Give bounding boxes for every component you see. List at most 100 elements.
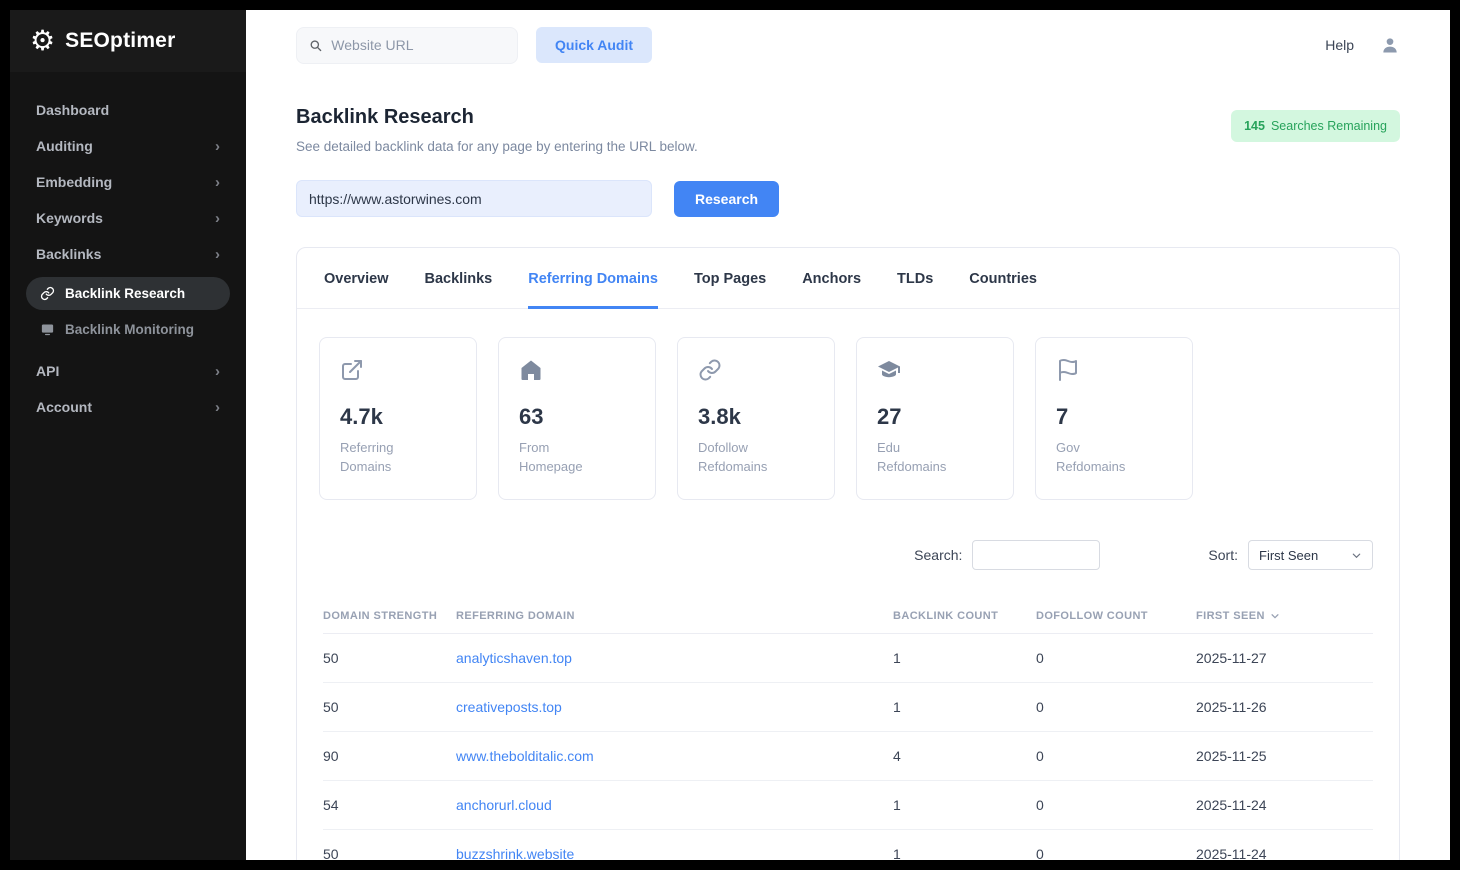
dofollow-count: 0 — [1036, 748, 1196, 764]
link-icon — [40, 286, 55, 301]
page-title: Backlink Research — [296, 106, 698, 129]
user-avatar-icon[interactable] — [1380, 35, 1400, 55]
monitor-icon — [40, 322, 55, 337]
tab-countries[interactable]: Countries — [969, 248, 1037, 309]
sort-descending-icon — [1270, 611, 1280, 621]
chevron-right-icon: › — [215, 211, 220, 226]
website-url-input[interactable] — [331, 37, 505, 53]
domain-strength: 50 — [323, 650, 456, 666]
referring-domain-link[interactable]: anchorurl.cloud — [456, 797, 893, 813]
stat-value: 63 — [519, 404, 635, 430]
backlink-count: 1 — [893, 650, 1036, 666]
sidebar-item-auditing[interactable]: Auditing › — [24, 128, 232, 164]
table-row: 54 anchorurl.cloud 1 0 2025-11-24 — [323, 781, 1373, 830]
research-button[interactable]: Research — [674, 181, 779, 217]
tabs: Overview Backlinks Referring Domains Top… — [297, 248, 1399, 309]
stat-from-homepage: 63 From Homepage — [498, 337, 656, 500]
website-url-searchbox — [296, 27, 518, 64]
backlink-count: 1 — [893, 699, 1036, 715]
stat-value: 4.7k — [340, 404, 456, 430]
sidebar-item-backlink-monitoring[interactable]: Backlink Monitoring — [26, 313, 230, 346]
sidebar: ⚙ SEOptimer Dashboard Auditing › Embeddi… — [10, 10, 246, 860]
col-first-seen[interactable]: FIRST SEEN — [1196, 610, 1373, 622]
referring-domain-link[interactable]: www.thebolditalic.com — [456, 748, 893, 764]
tab-backlinks[interactable]: Backlinks — [425, 248, 493, 309]
stat-label: Gov Refdomains — [1056, 439, 1152, 477]
stat-label: Edu Refdomains — [877, 439, 973, 477]
content: Backlink Research See detailed backlink … — [246, 80, 1450, 860]
help-link[interactable]: Help — [1325, 37, 1354, 53]
external-link-icon — [340, 358, 456, 384]
dofollow-count: 0 — [1036, 797, 1196, 813]
dofollow-count: 0 — [1036, 650, 1196, 666]
table-controls: Search: Sort: First Seen — [297, 540, 1399, 570]
sort-select-value: First Seen — [1259, 548, 1318, 563]
stat-gov-refdomains: 7 Gov Refdomains — [1035, 337, 1193, 500]
link-icon — [698, 358, 814, 384]
backlink-count: 1 — [893, 846, 1036, 860]
sidebar-item-backlink-research[interactable]: Backlink Research — [26, 277, 230, 310]
tab-tlds[interactable]: TLDs — [897, 248, 933, 309]
sidebar-item-dashboard[interactable]: Dashboard — [24, 92, 232, 128]
sidebar-item-account[interactable]: Account › — [24, 389, 232, 425]
research-url-input[interactable] — [296, 180, 652, 217]
topbar: Quick Audit Help — [246, 10, 1450, 80]
graduation-cap-icon — [877, 358, 993, 384]
app-name: SEOptimer — [65, 29, 175, 53]
chevron-right-icon: › — [215, 139, 220, 154]
tab-anchors[interactable]: Anchors — [802, 248, 861, 309]
table-row: 50 analyticshaven.top 1 0 2025-11-27 — [323, 634, 1373, 683]
referring-domain-link[interactable]: buzzshrink.website — [456, 846, 893, 860]
app-frame: ⚙ SEOptimer Dashboard Auditing › Embeddi… — [0, 0, 1460, 870]
referring-domains-table: DOMAIN STRENGTH REFERRING DOMAIN BACKLIN… — [297, 598, 1399, 860]
search-group: Search: — [914, 540, 1100, 570]
col-dofollow-count[interactable]: DOFOLLOW COUNT — [1036, 610, 1196, 622]
stat-label: From Homepage — [519, 439, 615, 477]
col-referring-domain[interactable]: REFERRING DOMAIN — [456, 610, 893, 622]
first-seen: 2025-11-25 — [1196, 748, 1373, 764]
sort-select[interactable]: First Seen — [1248, 540, 1373, 570]
chevron-right-icon: › — [215, 400, 220, 415]
tab-referring-domains[interactable]: Referring Domains — [528, 248, 658, 309]
sort-group: Sort: First Seen — [1208, 540, 1373, 570]
tab-top-pages[interactable]: Top Pages — [694, 248, 766, 309]
searches-remaining-label: Searches Remaining — [1271, 119, 1387, 133]
backlink-count: 1 — [893, 797, 1036, 813]
backlink-count: 4 — [893, 748, 1036, 764]
col-backlink-count[interactable]: BACKLINK COUNT — [893, 610, 1036, 622]
dofollow-count: 0 — [1036, 699, 1196, 715]
chevron-right-icon: › — [215, 364, 220, 379]
tab-overview[interactable]: Overview — [324, 248, 389, 309]
topbar-right: Help — [1325, 35, 1400, 55]
sidebar-item-backlinks[interactable]: Backlinks › — [24, 236, 232, 272]
searches-remaining-badge: 145 Searches Remaining — [1231, 110, 1400, 142]
stat-referring-domains: 4.7k Referring Domains — [319, 337, 477, 500]
quick-audit-button[interactable]: Quick Audit — [536, 27, 652, 63]
stat-value: 27 — [877, 404, 993, 430]
referring-domain-link[interactable]: analyticshaven.top — [456, 650, 893, 666]
stat-value: 7 — [1056, 404, 1172, 430]
sidebar-nav: Dashboard Auditing › Embedding › Keyword… — [10, 72, 246, 445]
sidebar-item-keywords[interactable]: Keywords › — [24, 200, 232, 236]
sidebar-item-api[interactable]: API › — [24, 353, 232, 389]
flag-icon — [1056, 358, 1172, 384]
chevron-right-icon: › — [215, 247, 220, 262]
results-card: Overview Backlinks Referring Domains Top… — [296, 247, 1400, 860]
table-header-row: DOMAIN STRENGTH REFERRING DOMAIN BACKLIN… — [323, 598, 1373, 634]
backlinks-subnav: Backlink Research Backlink Monitoring — [24, 272, 232, 353]
table-row: 50 buzzshrink.website 1 0 2025-11-24 — [323, 830, 1373, 860]
chevron-down-icon — [1351, 550, 1362, 561]
sidebar-item-embedding[interactable]: Embedding › — [24, 164, 232, 200]
searches-remaining-count: 145 — [1244, 119, 1265, 133]
page-subtitle: See detailed backlink data for any page … — [296, 139, 698, 154]
home-icon — [519, 358, 635, 384]
dofollow-count: 0 — [1036, 846, 1196, 860]
referring-domain-link[interactable]: creativeposts.top — [456, 699, 893, 715]
search-icon — [309, 38, 322, 53]
table-row: 50 creativeposts.top 1 0 2025-11-26 — [323, 683, 1373, 732]
col-domain-strength[interactable]: DOMAIN STRENGTH — [323, 610, 456, 622]
domain-strength: 50 — [323, 699, 456, 715]
table-search-input[interactable] — [972, 540, 1100, 570]
table-row: 90 www.thebolditalic.com 4 0 2025-11-25 — [323, 732, 1373, 781]
app-logo: ⚙ SEOptimer — [10, 10, 246, 72]
